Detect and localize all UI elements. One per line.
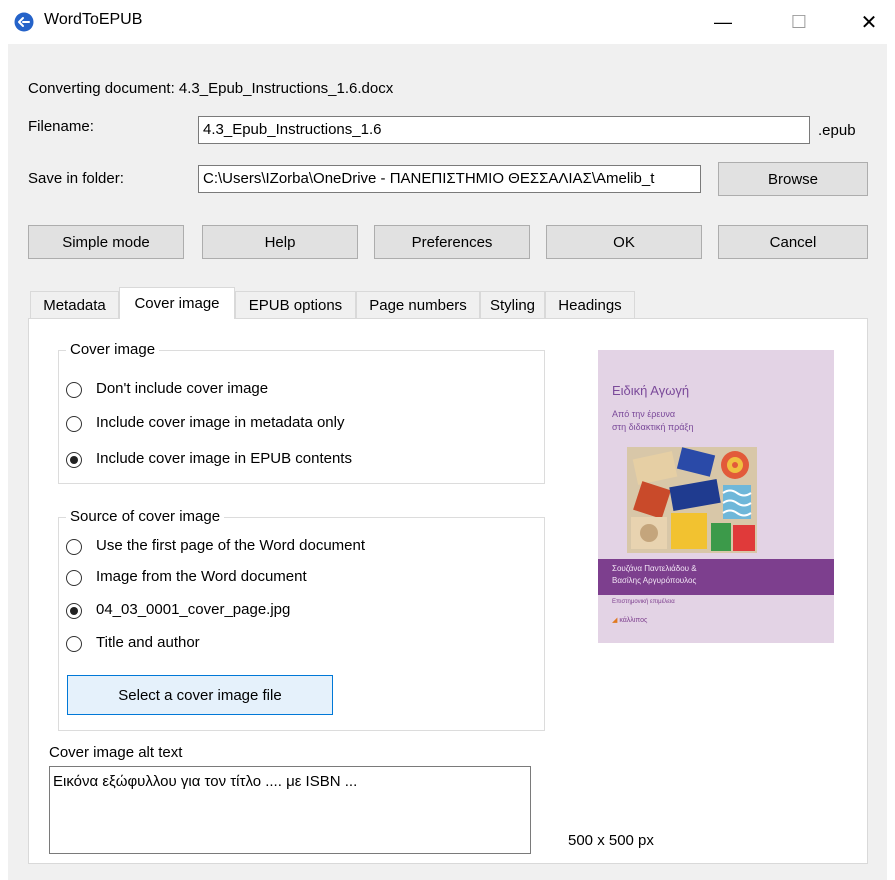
browse-button[interactable]: Browse [718, 162, 868, 196]
filename-input[interactable]: 4.3_Epub_Instructions_1.6 [198, 116, 810, 144]
cover-publisher-name: κάλλιπος [619, 617, 648, 624]
alt-text-label: Cover image alt text [49, 744, 183, 761]
window-title: WordToEPUB [44, 11, 143, 28]
tab-epub-options[interactable]: EPUB options [235, 291, 356, 319]
cover-book-title: Ειδική Αγωγή [612, 383, 690, 398]
radio-button[interactable] [66, 636, 82, 652]
radio-image-from-word[interactable]: Image from the Word document [66, 568, 466, 590]
preferences-button[interactable]: Preferences [374, 225, 530, 259]
radio-epub-contents[interactable]: Include cover image in EPUB contents [66, 450, 466, 472]
alt-text-input[interactable]: Εικόνα εξώφυλλου για τον τίτλο .... με I… [49, 766, 531, 854]
cover-publisher: ◢ κάλλιπος [612, 616, 647, 624]
source-group-title: Source of cover image [66, 508, 225, 525]
maximize-button[interactable]: ☐ [776, 6, 822, 38]
filename-extension: .epub [818, 122, 856, 139]
cover-book-subtitle-1: Από την έρευνα [612, 409, 676, 419]
cover-size-text: 500 x 500 px [568, 832, 654, 849]
radio-label: Image from the Word document [96, 568, 307, 585]
radio-button[interactable] [66, 416, 82, 432]
converting-label: Converting document: 4.3_Epub_Instructio… [28, 80, 394, 97]
app-icon [14, 12, 34, 32]
tab-metadata[interactable]: Metadata [30, 291, 119, 319]
radio-metadata-only[interactable]: Include cover image in metadata only [66, 414, 466, 436]
publisher-logo-icon: ◢ [612, 617, 618, 624]
simple-mode-button[interactable]: Simple mode [28, 225, 184, 259]
radio-label: Title and author [96, 634, 200, 651]
cover-authors-1: Σουζάνα Παντελιάδου & [612, 564, 697, 573]
cancel-button[interactable]: Cancel [718, 225, 868, 259]
maximize-icon: ☐ [790, 11, 808, 32]
filename-label: Filename: [28, 118, 94, 135]
radio-button[interactable] [66, 539, 82, 555]
minimize-button[interactable]: — [700, 6, 746, 38]
radio-dont-include[interactable]: Don't include cover image [66, 380, 426, 402]
close-button[interactable]: ✕ [846, 6, 892, 38]
cover-image-group-title: Cover image [66, 341, 160, 358]
radio-button[interactable] [66, 570, 82, 586]
tab-page-numbers[interactable]: Page numbers [356, 291, 480, 319]
radio-label: Don't include cover image [96, 380, 269, 397]
ok-button[interactable]: OK [546, 225, 702, 259]
tab-cover-image[interactable]: Cover image [119, 287, 235, 319]
cover-book-subtitle-2: στη διδακτική πράξη [612, 422, 694, 432]
close-icon: ✕ [860, 11, 878, 34]
title-bar: WordToEPUB — ☐ ✕ [0, 0, 895, 44]
cover-blocks-illustration [627, 447, 757, 553]
radio-button-selected[interactable] [66, 603, 82, 619]
radio-cover-file[interactable]: 04_03_0001_cover_page.jpg [66, 601, 466, 623]
save-folder-input[interactable]: C:\Users\IZorba\OneDrive - ΠΑΝΕΠΙΣΤΗΜΙΟ … [198, 165, 701, 193]
radio-label: Include cover image in EPUB contents [96, 450, 352, 467]
radio-label: Include cover image in metadata only [96, 414, 345, 431]
radio-label: 04_03_0001_cover_page.jpg [96, 601, 291, 618]
radio-button[interactable] [66, 382, 82, 398]
select-cover-file-button[interactable]: Select a cover image file [67, 675, 333, 715]
cover-authors-2: Βασίλης Αργυρόπουλος [612, 576, 697, 585]
radio-title-author[interactable]: Title and author [66, 634, 466, 656]
radio-button-selected[interactable] [66, 452, 82, 468]
save-folder-label: Save in folder: [28, 170, 124, 187]
cover-preview-image: Ειδική Αγωγή Από την έρευνα στη διδακτικ… [598, 350, 834, 643]
cover-imprint: Επιστημονική επιμέλεια [612, 599, 675, 605]
radio-label: Use the first page of the Word document [96, 537, 366, 554]
tab-styling[interactable]: Styling [480, 291, 545, 319]
tab-headings[interactable]: Headings [545, 291, 635, 319]
help-button[interactable]: Help [202, 225, 358, 259]
minimize-icon: — [714, 11, 732, 32]
radio-first-page[interactable]: Use the first page of the Word document [66, 537, 506, 559]
